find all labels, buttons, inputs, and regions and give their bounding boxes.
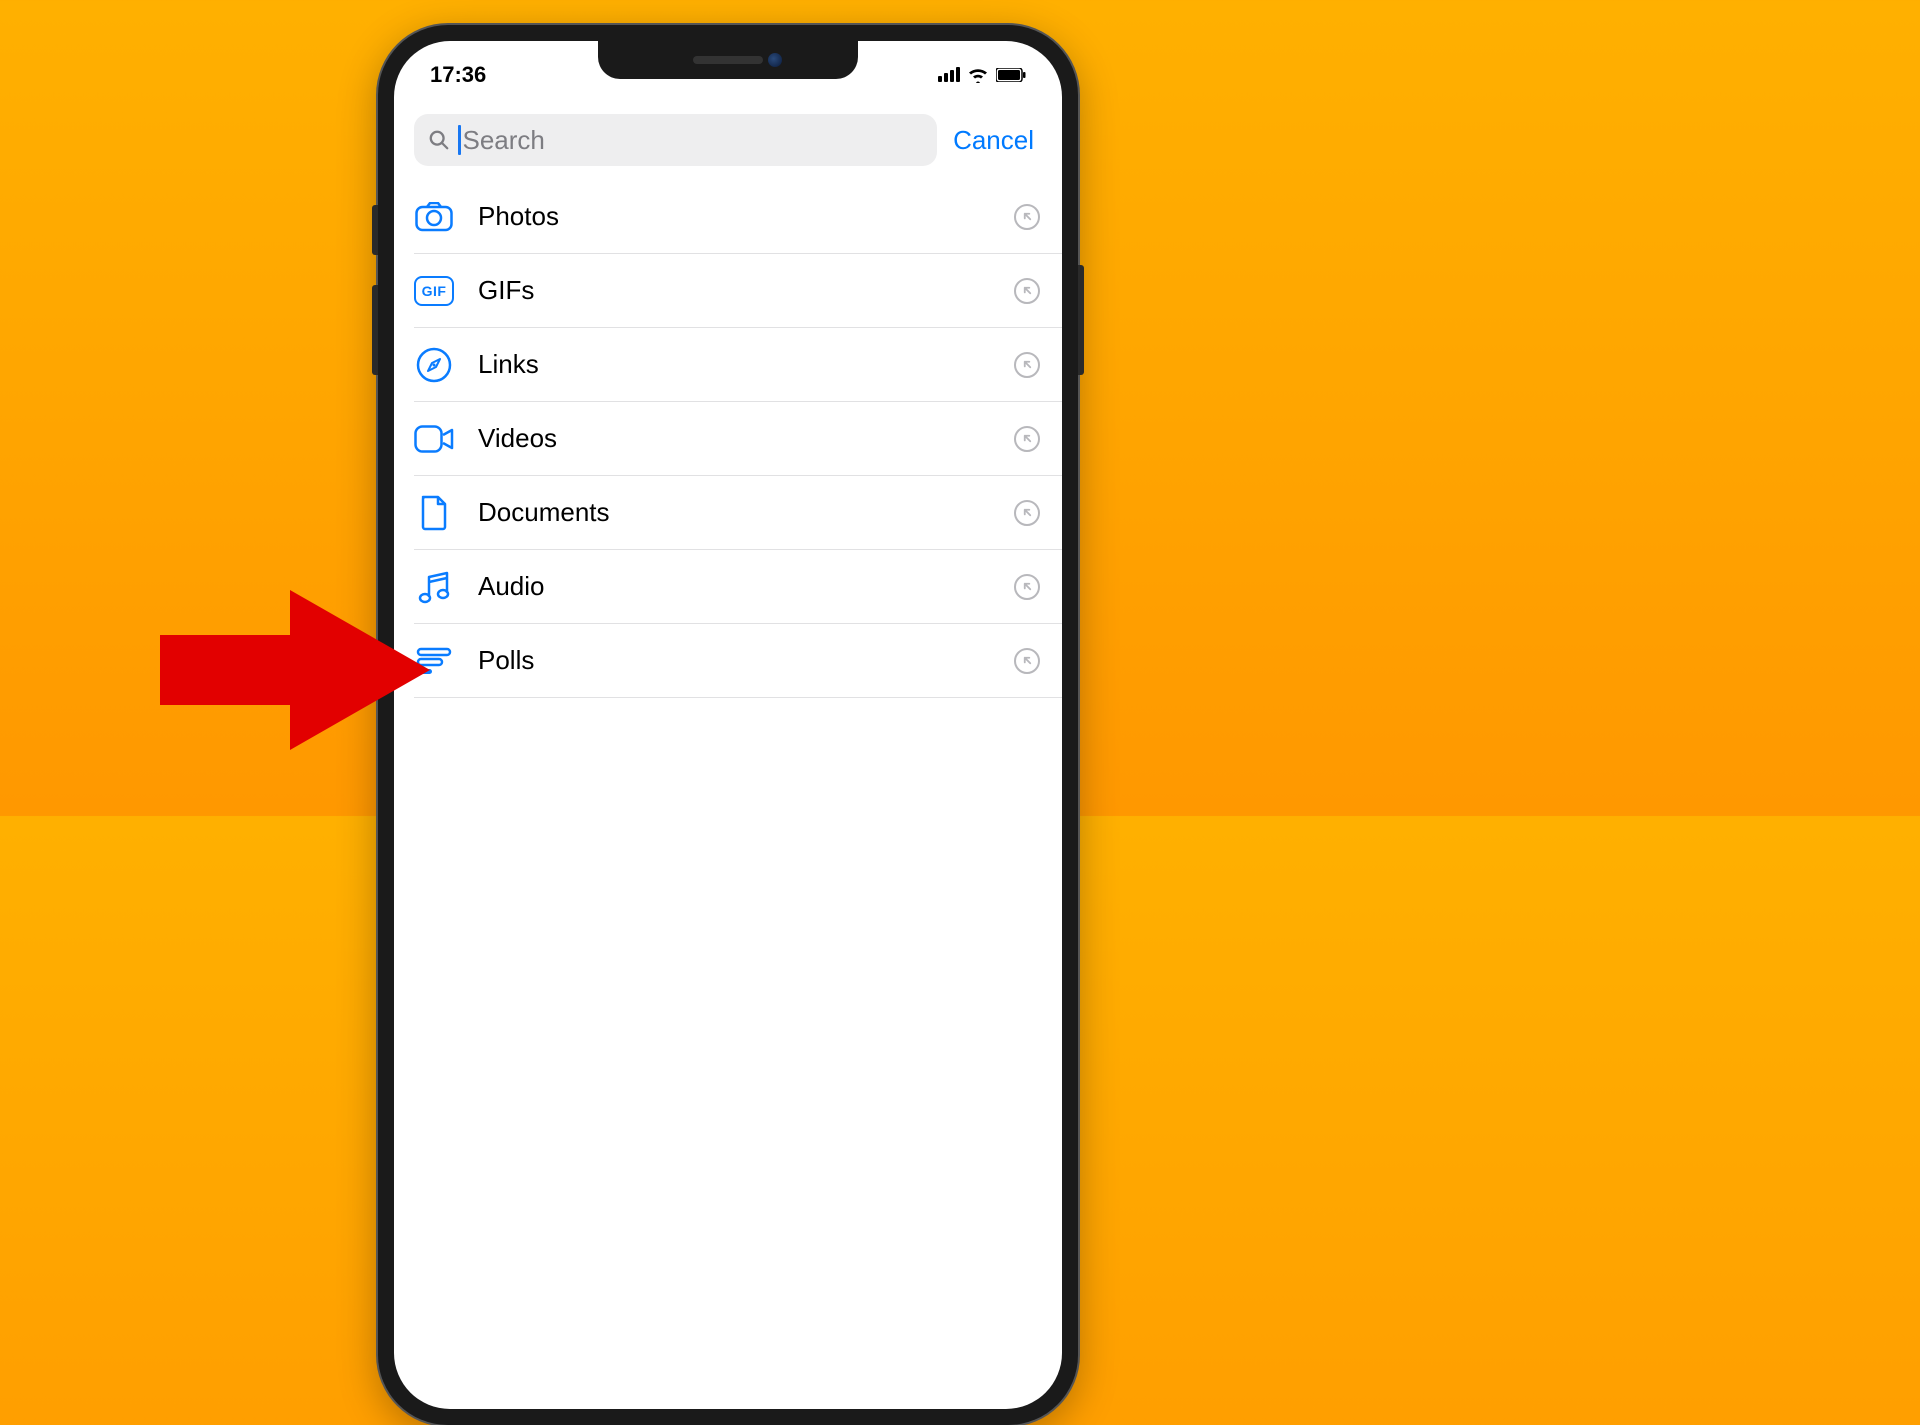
phone-frame: 17:36 Search Cancel — [378, 25, 1078, 1425]
arrow-up-left-icon — [1014, 500, 1040, 526]
status-time: 17:36 — [430, 62, 486, 88]
arrow-up-left-icon — [1014, 204, 1040, 230]
category-polls[interactable]: Polls — [414, 624, 1062, 698]
battery-icon — [996, 68, 1026, 82]
wifi-icon — [967, 67, 989, 83]
category-list: Photos GIF GIFs Links — [394, 180, 1062, 698]
compass-icon — [414, 345, 454, 385]
category-label: Links — [478, 349, 990, 380]
camera-icon — [414, 197, 454, 237]
category-links[interactable]: Links — [414, 328, 1062, 402]
text-cursor — [458, 125, 461, 155]
arrow-up-left-icon — [1014, 574, 1040, 600]
category-label: Videos — [478, 423, 990, 454]
category-photos[interactable]: Photos — [414, 180, 1062, 254]
category-audio[interactable]: Audio — [414, 550, 1062, 624]
document-icon — [414, 493, 454, 533]
notch — [598, 41, 858, 79]
arrow-up-left-icon — [1014, 278, 1040, 304]
category-videos[interactable]: Videos — [414, 402, 1062, 476]
phone-screen: 17:36 Search Cancel — [394, 41, 1062, 1409]
search-placeholder: Search — [463, 125, 545, 156]
category-gifs[interactable]: GIF GIFs — [414, 254, 1062, 328]
category-documents[interactable]: Documents — [414, 476, 1062, 550]
search-row: Search Cancel — [394, 96, 1062, 180]
arrow-up-left-icon — [1014, 648, 1040, 674]
category-label: Documents — [478, 497, 990, 528]
cellular-icon — [938, 67, 960, 82]
video-icon — [414, 419, 454, 459]
search-icon — [428, 129, 450, 151]
category-label: GIFs — [478, 275, 990, 306]
category-label: Audio — [478, 571, 990, 602]
search-input[interactable]: Search — [414, 114, 937, 166]
annotation-arrow-icon — [140, 580, 440, 760]
category-label: Photos — [478, 201, 990, 232]
gif-icon: GIF — [414, 271, 454, 311]
arrow-up-left-icon — [1014, 426, 1040, 452]
category-label: Polls — [478, 645, 990, 676]
cancel-button[interactable]: Cancel — [953, 125, 1042, 156]
arrow-up-left-icon — [1014, 352, 1040, 378]
